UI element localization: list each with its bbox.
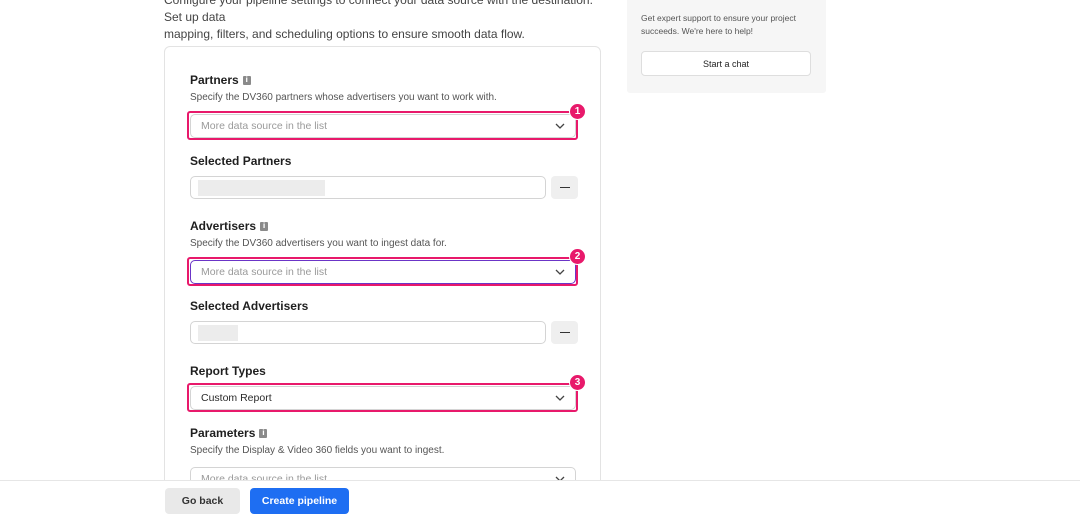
chevron-down-icon — [555, 393, 565, 403]
create-pipeline-button[interactable]: Create pipeline — [250, 488, 349, 514]
selected-advertisers-input[interactable] — [190, 321, 546, 344]
intro-line-1: Configure your pipeline settings to conn… — [164, 0, 593, 24]
info-icon[interactable]: i — [242, 75, 251, 85]
go-back-button[interactable]: Go back — [165, 488, 240, 514]
advertisers-dropdown[interactable]: More data source in the list — [190, 260, 576, 284]
advertisers-dropdown-placeholder: More data source in the list — [201, 266, 328, 278]
pipeline-settings-card: Partners i Specify the DV360 partners wh… — [164, 46, 601, 516]
minus-icon — [559, 331, 570, 334]
chevron-down-icon — [555, 121, 565, 131]
advertisers-description: Specify the DV360 advertisers you want t… — [190, 238, 447, 249]
partners-label-text: Partners — [190, 73, 239, 87]
report-types-selected-value: Custom Report — [201, 392, 272, 404]
annotation-badge-2: 2 — [569, 248, 586, 265]
footer-bar: Go back Create pipeline — [0, 480, 1080, 520]
minus-icon — [559, 186, 570, 189]
parameters-label: Parameters i — [190, 426, 268, 440]
selected-partners-label: Selected Partners — [190, 154, 291, 168]
info-icon[interactable]: i — [260, 221, 269, 231]
page-intro: Configure your pipeline settings to conn… — [164, 0, 604, 43]
annotation-badge-3: 3 — [569, 374, 586, 391]
parameters-label-text: Parameters — [190, 426, 256, 440]
partners-dropdown[interactable]: More data source in the list — [190, 114, 576, 138]
support-text: Get expert support to ensure your projec… — [641, 13, 796, 36]
redacted-value — [198, 180, 325, 196]
parameters-description: Specify the Display & Video 360 fields y… — [190, 445, 445, 456]
remove-partner-button[interactable] — [551, 176, 578, 199]
report-types-label-text: Report Types — [190, 364, 266, 378]
report-types-dropdown[interactable]: Custom Report — [190, 386, 576, 410]
redacted-value — [198, 325, 238, 341]
intro-line-2: mapping, filters, and scheduling options… — [164, 27, 525, 41]
selected-advertisers-label: Selected Advertisers — [190, 299, 308, 313]
support-panel: Get expert support to ensure your projec… — [627, 0, 826, 93]
advertisers-label: Advertisers i — [190, 219, 269, 233]
selected-partners-input[interactable] — [190, 176, 546, 199]
chevron-down-icon — [555, 267, 565, 277]
remove-advertiser-button[interactable] — [551, 321, 578, 344]
start-chat-button[interactable]: Start a chat — [641, 51, 811, 76]
info-icon[interactable]: i — [259, 428, 268, 438]
advertisers-label-text: Advertisers — [190, 219, 257, 233]
report-types-label: Report Types — [190, 364, 266, 378]
partners-description: Specify the DV360 partners whose adverti… — [190, 92, 497, 103]
annotation-badge-1: 1 — [569, 103, 586, 120]
selected-partners-label-text: Selected Partners — [190, 154, 292, 168]
partners-dropdown-placeholder: More data source in the list — [201, 120, 328, 132]
partners-label: Partners i — [190, 73, 251, 87]
selected-advertisers-label-text: Selected Advertisers — [190, 299, 309, 313]
